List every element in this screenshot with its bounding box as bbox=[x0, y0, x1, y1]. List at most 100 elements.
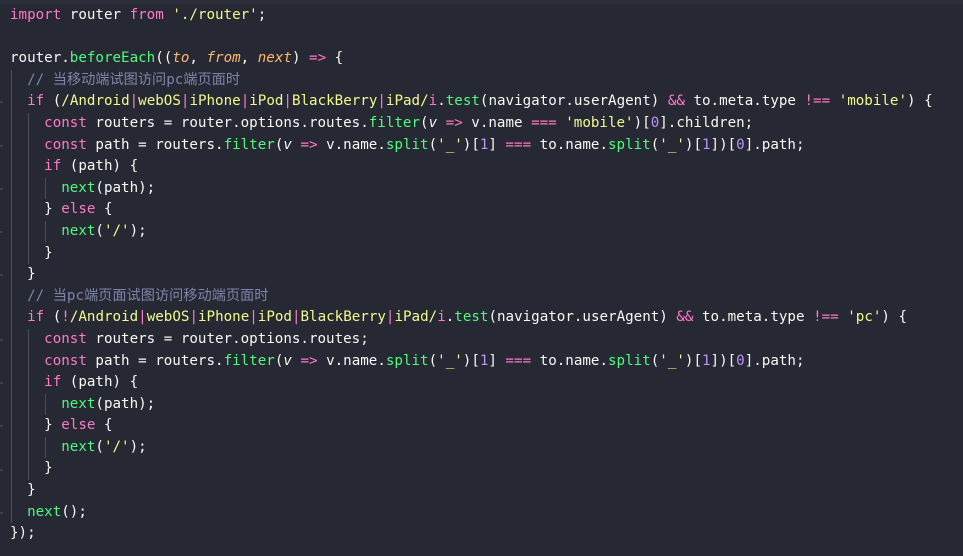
indent-guide bbox=[28, 220, 30, 243]
code-token: (path); bbox=[95, 179, 156, 196]
code-token: ].path; bbox=[744, 136, 805, 153]
code-token: v bbox=[428, 114, 438, 131]
code-token: => bbox=[445, 114, 463, 131]
fold-marker[interactable] bbox=[0, 339, 3, 341]
code-token: import bbox=[10, 7, 62, 23]
code-token: beforeEach bbox=[69, 50, 156, 67]
code-token: v.name bbox=[462, 114, 532, 131]
code-line: const routers = router.options.routes; bbox=[10, 328, 933, 351]
code-token: } bbox=[44, 417, 62, 434]
code-token: const bbox=[44, 330, 87, 347]
code-token: const bbox=[44, 352, 87, 369]
code-token: ].children; bbox=[659, 114, 754, 131]
code-token: | bbox=[377, 93, 386, 110]
indent-guide bbox=[11, 242, 12, 265]
code-token: => bbox=[300, 352, 318, 369]
code-line: next(path); bbox=[10, 177, 933, 200]
indent-guide bbox=[11, 285, 12, 308]
code-token: ])[ bbox=[710, 352, 737, 369]
code-line: next(path); bbox=[10, 393, 933, 416]
code-token: v bbox=[283, 352, 292, 369]
code-token: )[ bbox=[633, 114, 651, 131]
indent-guide bbox=[28, 415, 30, 437]
code-token: ( bbox=[95, 438, 104, 455]
fold-marker[interactable] bbox=[0, 382, 3, 385]
code-token: ); bbox=[129, 438, 147, 455]
code-token: iPod bbox=[249, 93, 284, 110]
fold-marker[interactable] bbox=[0, 187, 3, 190]
indent-guide bbox=[11, 69, 12, 92]
code-token: !== bbox=[813, 309, 839, 326]
code-token: } bbox=[27, 482, 36, 499]
code-token: ( bbox=[44, 309, 62, 326]
code-token: // 当移动端试图访问pc端页面时 bbox=[27, 71, 241, 88]
code-token: if bbox=[27, 309, 45, 326]
code-token: to bbox=[172, 50, 190, 67]
code-token: iPod bbox=[257, 309, 292, 326]
code-token: ! bbox=[61, 309, 70, 326]
indent-guide bbox=[11, 372, 12, 394]
code-token: split bbox=[608, 136, 651, 153]
code-line: if (path) { bbox=[10, 372, 933, 394]
code-token: '_' bbox=[659, 352, 685, 369]
code-token: 'mobile' bbox=[565, 114, 634, 131]
code-token: ( bbox=[95, 222, 104, 239]
fold-marker[interactable] bbox=[0, 144, 3, 147]
indent-guide bbox=[28, 350, 30, 373]
indent-guide bbox=[11, 177, 12, 200]
code-editor[interactable]: import router from './router'; router.bef… bbox=[0, 0, 963, 556]
code-token: 0 bbox=[736, 352, 745, 369]
code-line: } bbox=[10, 264, 933, 286]
code-token: ( bbox=[428, 352, 438, 369]
code-token: split bbox=[608, 352, 651, 369]
code-token: { bbox=[95, 201, 113, 218]
code-token: // 当pc端页面试图访问移动端页面时 bbox=[27, 287, 269, 304]
code-token: routers = router.options.routes; bbox=[86, 330, 369, 347]
indent-guide bbox=[11, 501, 12, 524]
code-token: to.meta.type bbox=[693, 309, 814, 326]
code-token: ( bbox=[420, 114, 429, 131]
code-token: i bbox=[437, 309, 446, 326]
indent-guide bbox=[11, 328, 12, 351]
fold-marker[interactable] bbox=[0, 101, 3, 104]
code-token: routers = router.options.routes. bbox=[86, 114, 369, 131]
indent-guide bbox=[11, 199, 12, 221]
code-token: (); bbox=[61, 503, 87, 520]
code-area[interactable]: import router from './router'; router.bef… bbox=[10, 5, 933, 545]
code-token: filter bbox=[223, 136, 275, 153]
code-token: if bbox=[44, 374, 62, 391]
fold-marker[interactable] bbox=[0, 511, 3, 514]
code-line: next(); bbox=[10, 501, 933, 524]
fold-marker[interactable] bbox=[0, 425, 3, 428]
code-token: v bbox=[283, 136, 292, 153]
code-token: | bbox=[240, 93, 250, 110]
code-line: // 当pc端页面试图访问移动端页面时 bbox=[10, 285, 933, 308]
fold-marker[interactable] bbox=[0, 274, 3, 277]
code-line: } bbox=[10, 480, 933, 502]
fold-marker[interactable] bbox=[0, 231, 3, 233]
code-token: iPhone bbox=[189, 93, 241, 110]
fold-marker[interactable] bbox=[0, 468, 3, 471]
code-line: next('/'); bbox=[10, 436, 933, 459]
code-token: 1 bbox=[702, 136, 711, 153]
code-token: ( bbox=[650, 352, 660, 369]
indent-guide bbox=[28, 112, 30, 135]
indent-guide bbox=[28, 372, 30, 394]
indent-guide bbox=[11, 307, 12, 329]
code-line: if (!/Android|webOS|iPhone|iPod|BlackBer… bbox=[10, 307, 933, 329]
code-token: else bbox=[61, 417, 96, 434]
